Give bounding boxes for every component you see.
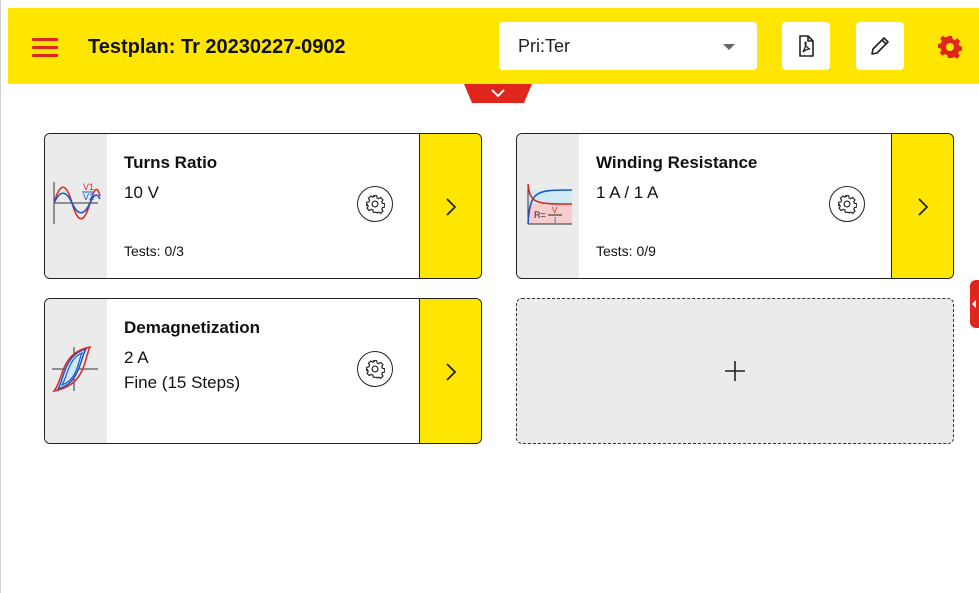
svg-text:V: V <box>552 206 558 215</box>
chevron-right-icon <box>918 198 929 216</box>
hamburger-menu-icon[interactable] <box>32 38 58 58</box>
edit-button[interactable] <box>856 22 904 70</box>
window-left-border <box>0 0 1 593</box>
test-thumbnail: R= V I <box>517 134 579 278</box>
test-card-turns-ratio[interactable]: V1 V2 Turns Ratio 10 V Tests: 0/3 <box>44 133 482 279</box>
chevron-right-icon <box>446 363 457 381</box>
export-pdf-button[interactable] <box>782 22 830 70</box>
turns-ratio-waveform-icon: V1 V2 <box>53 182 101 224</box>
test-name: Winding Resistance <box>596 153 758 172</box>
test-settings-button[interactable] <box>357 351 393 387</box>
winding-pair-select-value: Pri:Ter <box>518 36 571 56</box>
gear-icon[interactable] <box>938 35 962 59</box>
test-name: Turns Ratio <box>124 153 218 172</box>
open-test-button[interactable] <box>419 299 481 443</box>
test-thumbnail: V1 V2 <box>45 134 107 278</box>
test-card-demagnetization[interactable]: Demagnetization 2 A Fine (15 Steps) <box>44 298 482 444</box>
test-parameter: 2 A <box>124 348 149 367</box>
test-settings-button[interactable] <box>829 186 865 222</box>
pdf-icon <box>799 35 814 57</box>
page-title: Testplan: Tr 20230227-0902 <box>88 36 346 58</box>
pencil-icon <box>871 37 889 55</box>
svg-text:V1: V1 <box>83 182 94 192</box>
svg-text:I: I <box>554 216 556 225</box>
winding-resistance-curve-icon: R= V I <box>527 183 573 225</box>
gear-icon <box>838 195 857 214</box>
chevron-down-icon <box>723 44 735 50</box>
test-parameter: 1 A / 1 A <box>596 183 659 202</box>
test-parameter-secondary: Fine (15 Steps) <box>124 373 241 392</box>
plus-icon <box>725 361 745 381</box>
add-test-button[interactable] <box>516 298 954 444</box>
test-name: Demagnetization <box>124 318 261 337</box>
test-count: Tests: 0/3 <box>124 243 184 259</box>
test-card-winding-resistance[interactable]: R= V I Winding Resistance 1 A / 1 A Test… <box>516 133 954 279</box>
test-thumbnail <box>45 299 107 443</box>
gear-icon <box>366 195 385 214</box>
test-settings-button[interactable] <box>357 186 393 222</box>
test-count: Tests: 0/9 <box>596 243 656 259</box>
hysteresis-loop-icon <box>52 345 98 393</box>
app-header: Testplan: Tr 20230227-0902 Pri:Ter <box>8 8 979 84</box>
open-test-button[interactable] <box>419 134 481 278</box>
window-top-border <box>0 0 979 7</box>
open-test-button[interactable] <box>891 134 953 278</box>
winding-pair-select[interactable]: Pri:Ter <box>499 22 757 70</box>
svg-text:V2: V2 <box>83 192 94 202</box>
side-panel-expand-tab[interactable] <box>970 280 979 328</box>
test-parameter: 10 V <box>124 183 159 202</box>
svg-text:R=: R= <box>534 210 546 220</box>
chevron-right-icon <box>446 198 457 216</box>
collapse-header-tab[interactable] <box>464 84 532 103</box>
gear-icon <box>366 360 385 379</box>
